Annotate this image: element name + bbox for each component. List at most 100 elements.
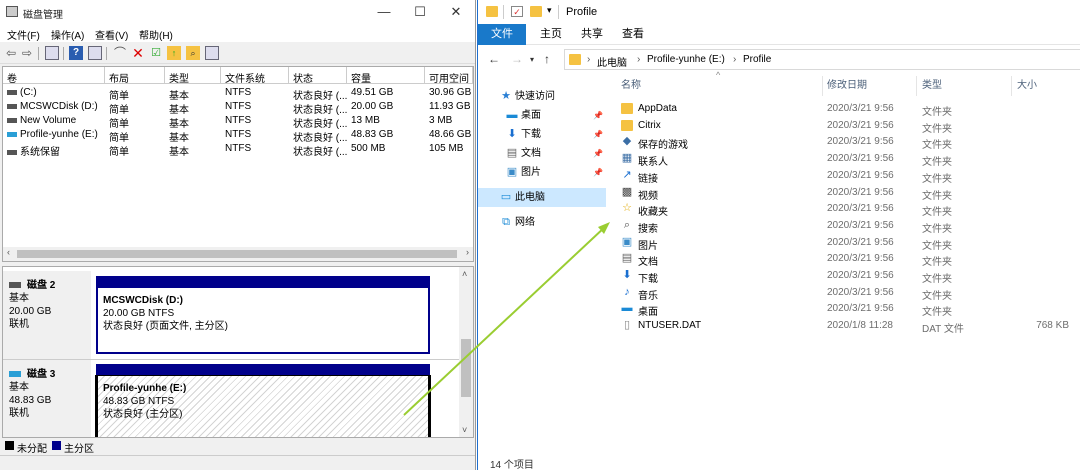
- tab-share[interactable]: 共享: [572, 24, 612, 45]
- file-row[interactable]: ☆ 收藏夹 2020/3/21 9:56 文件夹: [613, 201, 1080, 219]
- scroll-down-icon[interactable]: ˅: [462, 425, 467, 435]
- file-row[interactable]: Citrix 2020/3/21 9:56 文件夹: [613, 118, 1080, 135]
- pin-icon[interactable]: 📌: [593, 125, 603, 144]
- forward-arrow-icon[interactable]: →: [511, 52, 523, 66]
- maximize-button[interactable]: ☐: [405, 3, 435, 21]
- file-type: 文件夹: [922, 307, 952, 319]
- partition-d[interactable]: MCSWCDisk (D:) 20.00 GB NTFS 状态良好 (页面文件,…: [96, 276, 430, 354]
- breadcrumb-chevron-icon[interactable]: ›: [637, 54, 640, 65]
- partition-body[interactable]: MCSWCDisk (D:) 20.00 GB NTFS 状态良好 (页面文件,…: [96, 288, 430, 354]
- column-header-name[interactable]: 名称: [621, 76, 641, 96]
- breadcrumb-this-pc[interactable]: 此电脑: [597, 54, 627, 69]
- file-row[interactable]: AppData 2020/3/21 9:56 文件夹: [613, 101, 1080, 118]
- up-arrow-icon[interactable]: ↑: [544, 52, 550, 66]
- menu-file[interactable]: 文件(F): [7, 27, 40, 42]
- breadcrumb-chevron-icon[interactable]: ›: [733, 54, 736, 65]
- list-view-icon[interactable]: [205, 46, 219, 60]
- scroll-right-icon[interactable]: ›: [466, 247, 469, 257]
- nav-item[interactable]: ⬇ 下载 📌: [478, 125, 606, 144]
- file-row[interactable]: ▣ 图片 2020/3/21 9:56 文件夹: [613, 235, 1080, 252]
- file-row[interactable]: ▤ 文档 2020/3/21 9:56 文件夹: [613, 251, 1080, 269]
- menu-help[interactable]: 帮助(H): [139, 27, 173, 42]
- volume-list[interactable]: 卷 布局 类型 文件系统 状态 容量 可用空间 (C:) 简单 基本 NTFS 状态良好…: [2, 66, 474, 262]
- back-arrow-icon[interactable]: ⇦: [4, 46, 18, 60]
- console-view-icon[interactable]: [88, 46, 102, 60]
- nav-item-label: 文档: [521, 148, 541, 159]
- minimize-button[interactable]: —: [369, 3, 399, 21]
- file-type: 文件夹: [922, 107, 952, 118]
- breadcrumb-drive[interactable]: Profile-yunhe (E:): [647, 54, 725, 65]
- volume-cell-free: 3 MB: [429, 115, 452, 126]
- column-header-filesystem[interactable]: 文件系统: [221, 67, 289, 84]
- nav-item[interactable]: ⧉ 网络: [478, 213, 606, 232]
- breadcrumb-chevron-icon[interactable]: ›: [587, 54, 590, 65]
- column-header-type[interactable]: 类型: [922, 76, 942, 96]
- breadcrumb-profile[interactable]: Profile: [743, 54, 771, 65]
- file-row[interactable]: ⌕ 搜索 2020/3/21 9:56 文件夹: [613, 218, 1080, 235]
- back-arrow-icon[interactable]: ←: [488, 52, 500, 66]
- nav-item[interactable]: ▤ 文档 📌: [478, 144, 606, 163]
- file-row[interactable]: ↗ 链接 2020/3/21 9:56 文件夹: [613, 168, 1080, 185]
- partition-e[interactable]: Profile-yunhe (E:) 48.83 GB NTFS 状态良好 (主…: [95, 364, 431, 437]
- pin-icon[interactable]: 📌: [593, 163, 603, 182]
- help-icon[interactable]: ?: [69, 46, 83, 60]
- column-header-status[interactable]: 状态: [289, 67, 347, 84]
- tab-view[interactable]: 查看: [613, 24, 653, 45]
- volume-row[interactable]: New Volume 简单 基本 NTFS 状态良好 (... 13 MB 3 MB: [3, 114, 473, 130]
- address-bar[interactable]: › 此电脑 › Profile-yunhe (E:) › Profile: [564, 49, 1080, 70]
- disk-size: 48.83 GB: [9, 395, 52, 406]
- connect-drive-icon[interactable]: ⌒: [113, 46, 127, 60]
- tab-file[interactable]: 文件: [478, 24, 526, 45]
- folder-up-icon[interactable]: ↑: [167, 46, 181, 60]
- volume-row[interactable]: Profile-yunhe (E:) 简单 基本 NTFS 状态良好 (... 48.83…: [3, 128, 473, 144]
- file-date: 2020/3/21 9:56: [827, 203, 894, 215]
- nav-item[interactable]: ★ 快速访问: [478, 87, 606, 106]
- tab-home[interactable]: 主页: [531, 24, 571, 45]
- partition-body-selected[interactable]: Profile-yunhe (E:) 48.83 GB NTFS 状态良好 (主…: [95, 375, 431, 437]
- scrollbar-thumb[interactable]: [17, 250, 457, 258]
- volume-row[interactable]: MCSWCDisk (D:) 简单 基本 NTFS 状态良好 (... 20.00 GB 1…: [3, 100, 473, 116]
- forward-arrow-icon[interactable]: ⇨: [20, 46, 34, 60]
- volume-row[interactable]: (C:) 简单 基本 NTFS 状态良好 (... 49.51 GB 30.96 GB: [3, 86, 473, 102]
- properties-view-icon[interactable]: [45, 46, 59, 60]
- column-header-type[interactable]: 类型: [165, 67, 221, 84]
- column-header-volume[interactable]: 卷: [3, 67, 105, 84]
- recent-dropdown-icon[interactable]: ▾: [530, 55, 534, 64]
- volume-cell-free: 105 MB: [429, 143, 463, 154]
- music-icon: ♪: [624, 285, 630, 298]
- nav-item[interactable]: ▬ 桌面 📌: [478, 106, 606, 125]
- scroll-up-icon[interactable]: ˄: [462, 269, 467, 279]
- column-header-size[interactable]: 大小: [1017, 76, 1037, 96]
- column-header-free-space[interactable]: 可用空间: [425, 67, 473, 84]
- file-row[interactable]: ▯ NTUSER.DAT 2020/1/8 11:28 DAT 文件 768 KB: [613, 318, 1080, 336]
- pin-icon[interactable]: 📌: [593, 106, 603, 125]
- column-header-date[interactable]: 修改日期: [827, 76, 867, 96]
- column-header-layout[interactable]: 布局: [105, 67, 165, 84]
- scroll-left-icon[interactable]: ‹: [7, 247, 10, 257]
- menu-view[interactable]: 查看(V): [95, 27, 128, 42]
- check-icon[interactable]: ☑: [149, 46, 163, 60]
- column-header-capacity[interactable]: 容量: [347, 67, 425, 84]
- properties-check-icon[interactable]: ✓: [511, 6, 523, 17]
- disk-3-label[interactable]: 磁盘 3 基本 48.83 GB 联机: [3, 360, 91, 437]
- file-row[interactable]: ▩ 视频 2020/3/21 9:56 文件夹: [613, 185, 1080, 202]
- nav-item[interactable]: ▭ 此电脑: [478, 188, 606, 207]
- scrollbar-thumb[interactable]: [461, 339, 471, 397]
- volume-row[interactable]: 系统保留 简单 基本 NTFS 状态良好 (... 500 MB 105 MB: [3, 142, 473, 158]
- disk-2-label[interactable]: 磁盘 2 基本 20.00 GB 联机: [3, 271, 91, 359]
- close-button[interactable]: ✕: [441, 3, 471, 21]
- nav-item[interactable]: ▣ 图片 📌: [478, 163, 606, 182]
- file-row[interactable]: ◆ 保存的游戏 2020/3/21 9:56 文件夹: [613, 134, 1080, 152]
- file-row[interactable]: ⬇ 下载 2020/3/21 9:56 文件夹: [613, 268, 1080, 286]
- menu-action[interactable]: 操作(A): [51, 27, 84, 42]
- file-row[interactable]: ♪ 音乐 2020/3/21 9:56 文件夹: [613, 285, 1080, 302]
- file-row[interactable]: ▦ 联系人 2020/3/21 9:56 文件夹: [613, 151, 1080, 169]
- folder-search-icon[interactable]: ⌕: [186, 46, 200, 60]
- horizontal-scrollbar[interactable]: ‹ ›: [3, 247, 473, 261]
- delete-icon[interactable]: ✕: [131, 46, 145, 60]
- new-folder-icon[interactable]: [530, 6, 542, 17]
- pin-icon[interactable]: 📌: [593, 144, 603, 163]
- quick-access-dropdown-icon[interactable]: ▾: [547, 5, 552, 16]
- file-row[interactable]: ▬ 桌面 2020/3/21 9:56 文件夹: [613, 301, 1080, 319]
- vertical-scrollbar[interactable]: ˄ ˅: [459, 267, 473, 437]
